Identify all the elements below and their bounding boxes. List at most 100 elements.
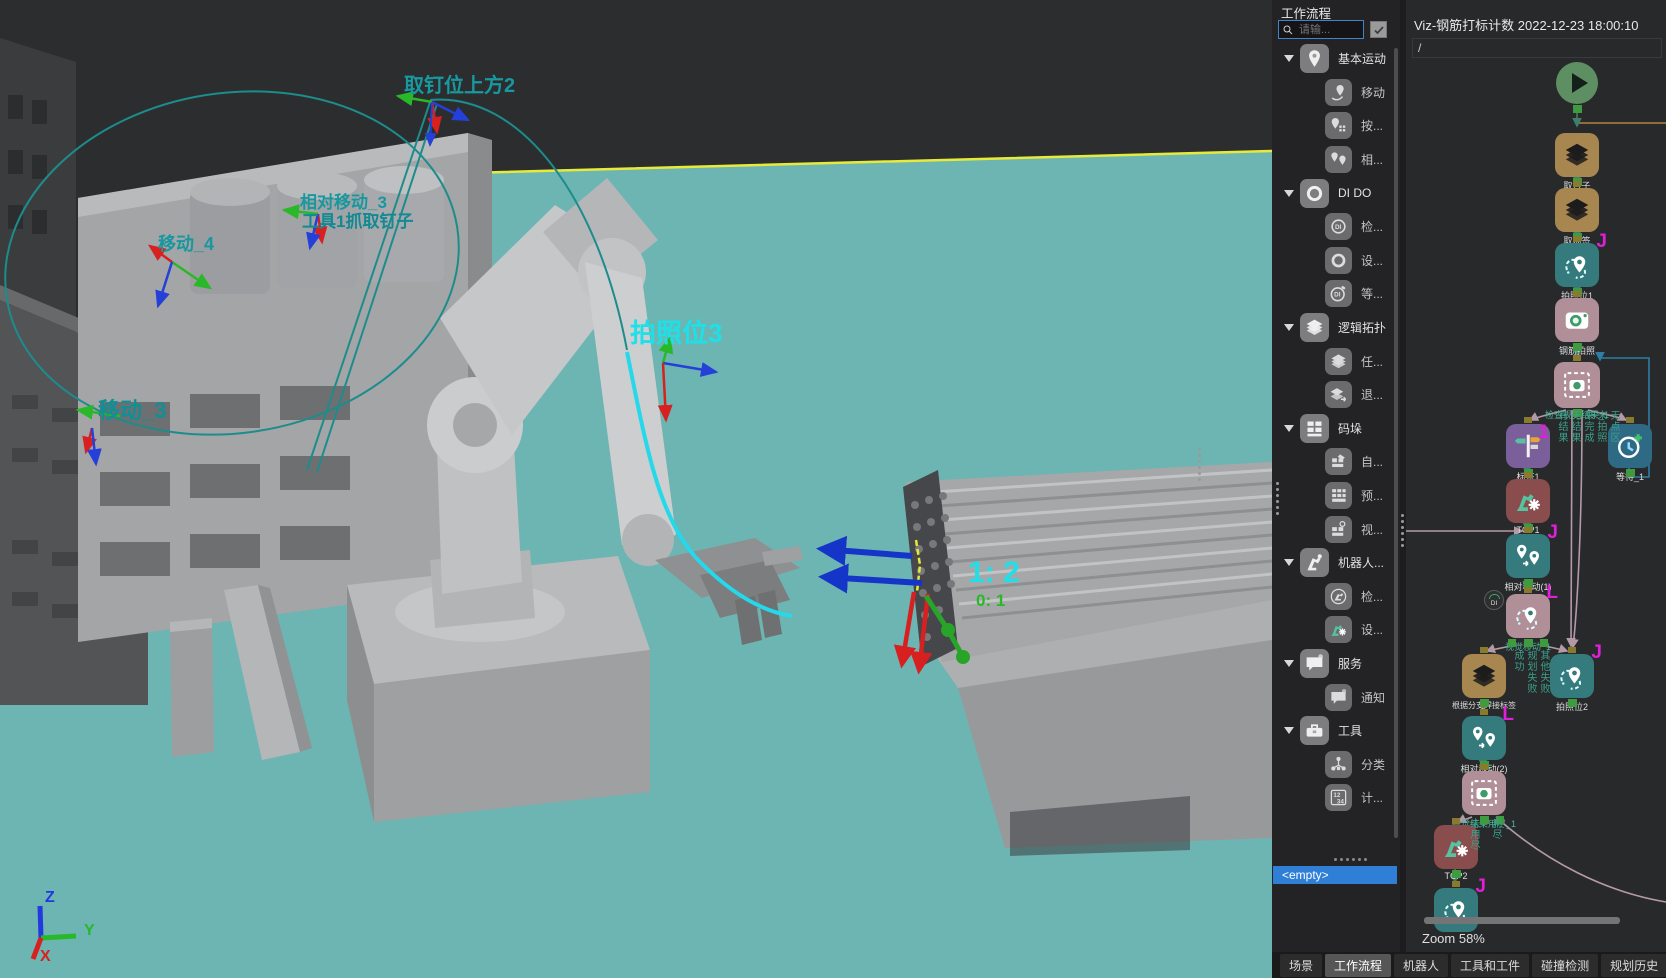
axis-y-label: Y <box>84 922 95 939</box>
palette-scrollbar[interactable] <box>1394 48 1398 838</box>
node-move-joint[interactable]: J <box>1434 888 1478 932</box>
palette-item-count[interactable]: 计... <box>1272 781 1392 815</box>
node-label: TCP2 <box>1444 871 1467 881</box>
node-search-box[interactable] <box>1278 20 1364 39</box>
tab-scene[interactable]: 场景 <box>1280 954 1322 977</box>
node-photo-pos-2[interactable]: J拍照位2 <box>1550 654 1594 698</box>
node-start-play[interactable] <box>1556 62 1598 104</box>
chevron-down-icon[interactable] <box>1284 660 1294 667</box>
branch-label: 有结果 <box>1556 410 1566 443</box>
palette-group-di-do[interactable]: DI DO <box>1272 176 1392 210</box>
layers-icon <box>1562 195 1592 225</box>
result-label: 其他失败 <box>1538 650 1548 694</box>
pin-grid-icon <box>1325 112 1352 139</box>
branch-label: 无结果 <box>1569 410 1579 443</box>
palette-group-robot[interactable]: 机器人... <box>1272 546 1392 580</box>
palette-item-press[interactable]: 按... <box>1272 109 1392 143</box>
selected-node-bar[interactable]: <empty> <box>1273 866 1397 884</box>
palette-item-label: 设... <box>1361 252 1383 269</box>
chevron-down-icon[interactable] <box>1284 425 1294 432</box>
used-label: 用尽 <box>1490 818 1500 840</box>
palette-item-move[interactable]: 移动 <box>1272 76 1392 110</box>
output-port[interactable] <box>1540 639 1548 647</box>
tab-planning-history[interactable]: 规划历史 <box>1601 954 1666 977</box>
node-rebar-photo[interactable]: 钢筋拍照 <box>1555 298 1599 342</box>
waypoint-label: 拍照位3 <box>630 318 722 348</box>
palette-item-label: 移动 <box>1361 84 1385 101</box>
node-tag-1[interactable]: 1标签1 <box>1506 424 1550 468</box>
palette-item-label: 任... <box>1361 353 1383 370</box>
3d-viewport[interactable]: 取钉位上方2 相对移动_3 工具1抓取钉子 移动_4 移动_3 拍照位3 1: … <box>0 0 1272 978</box>
robot-gear-icon <box>1441 832 1471 862</box>
palette-item-notify[interactable]: 通知 <box>1272 680 1392 714</box>
graph-splitter-grip[interactable] <box>1401 514 1404 547</box>
workflow-node-palette: 工作流程 基本运动 移动 按... 相... DI DO 检... 设... 等… <box>1272 0 1400 952</box>
node-branch-weld-label[interactable]: 根据分支焊接标签 <box>1462 654 1506 698</box>
palette-group-tools[interactable]: 工具 <box>1272 714 1392 748</box>
chevron-down-icon[interactable] <box>1284 559 1294 566</box>
node-relative-move-2[interactable]: L相对移动(2) <box>1462 716 1506 760</box>
chevron-down-icon[interactable] <box>1284 324 1294 331</box>
palette-item-custom-pallet[interactable]: 自... <box>1272 445 1392 479</box>
palette-item-check-robot[interactable]: 检... <box>1272 580 1392 614</box>
viewport-splitter-grip[interactable] <box>1198 448 1201 481</box>
tab-collision-detection[interactable]: 碰撞检测 <box>1532 954 1598 977</box>
node-check-vision-result[interactable]: 检查视觉结果_1 <box>1554 362 1600 408</box>
palette-item-set-do[interactable]: 设... <box>1272 244 1392 278</box>
branch-label: 无点区 <box>1608 410 1618 443</box>
chat-icon <box>1325 684 1352 711</box>
palette-item-preset-pallet[interactable]: 预... <box>1272 479 1392 513</box>
joint-move-badge: J <box>1591 642 1602 664</box>
node-relative-move-1[interactable]: J相对移动(1) <box>1506 534 1550 578</box>
palette-item-exit[interactable]: 退... <box>1272 378 1392 412</box>
di-timer-icon <box>1325 280 1352 307</box>
count-ratio-label: 1: 2 <box>968 556 1020 589</box>
palette-item-classify[interactable]: 分类 <box>1272 747 1392 781</box>
node-tcp1[interactable]: TCP1 <box>1506 479 1550 523</box>
result-label: 成功 <box>1512 650 1522 672</box>
chevron-down-icon[interactable] <box>1284 727 1294 734</box>
palette-left-grip[interactable] <box>1276 482 1279 515</box>
waypoint-label: 移动_4 <box>158 233 214 254</box>
pin-path-icon <box>1325 79 1352 106</box>
tab-robot[interactable]: 机器人 <box>1394 954 1448 977</box>
node-photo-pos-1[interactable]: J拍照位1 <box>1555 243 1599 287</box>
chevron-down-icon[interactable] <box>1284 190 1294 197</box>
palette-item-check-di[interactable]: 检... <box>1272 210 1392 244</box>
tab-tools-workpieces[interactable]: 工具和工件 <box>1451 954 1529 977</box>
pallet-cam-icon <box>1325 516 1352 543</box>
layers-icon <box>1469 661 1499 691</box>
node-take-pin[interactable]: 取钉子 <box>1555 133 1599 177</box>
palette-item-vision-pallet[interactable]: 视... <box>1272 512 1392 546</box>
pin-loop-icon <box>1562 250 1592 280</box>
palette-splitter-grip[interactable] <box>1334 858 1367 861</box>
graph-horizontal-scrollbar[interactable] <box>1424 917 1620 924</box>
node-vision-move-1[interactable]: L视觉移动_1 <box>1506 594 1550 638</box>
workflow-graph-canvas[interactable]: Viz-钢筋打标计数 2022-12-23 18:00:10 / <box>1406 0 1666 952</box>
palette-filter-checkbox[interactable] <box>1370 21 1387 38</box>
counter-icon <box>1325 784 1352 811</box>
node-take-label[interactable]: 取标签 <box>1555 188 1599 232</box>
palette-item-label: 退... <box>1361 386 1383 403</box>
palette-group-service[interactable]: 服务 <box>1272 647 1392 681</box>
tab-workflow[interactable]: 工作流程 <box>1325 954 1391 977</box>
palette-group-basic-motion[interactable]: 基本运动 <box>1272 42 1392 76</box>
linear-move-badge: L <box>1502 704 1514 726</box>
palette-group-logic-topology[interactable]: 逻辑拓扑 <box>1272 311 1392 345</box>
chevron-down-icon[interactable] <box>1284 55 1294 62</box>
app-window: 取钉位上方2 相对移动_3 工具1抓取钉子 移动_4 移动_3 拍照位3 1: … <box>0 0 1666 978</box>
clock-plus-icon <box>1615 431 1645 461</box>
robot-gear-icon <box>1325 616 1352 643</box>
palette-item-label: 按... <box>1361 117 1383 134</box>
checkbox-check-icon <box>1373 24 1385 36</box>
palette-group-label: 机器人... <box>1338 554 1384 571</box>
palette-group-palletizing[interactable]: 码垛 <box>1272 412 1392 446</box>
node-vision-result-exhausted[interactable]: 视觉结果用尽_1 <box>1462 771 1506 815</box>
panel-tab-bar: 场景 工作流程 机器人 工具和工件 碰撞检测 规划历史 其他 <box>1272 952 1666 978</box>
output-port[interactable] <box>1508 639 1516 647</box>
node-search-input[interactable] <box>1297 23 1360 37</box>
palette-item-set-robot[interactable]: 设... <box>1272 613 1392 647</box>
palette-item-task[interactable]: 任... <box>1272 344 1392 378</box>
palette-item-wait-di[interactable]: 等... <box>1272 277 1392 311</box>
palette-item-relative[interactable]: 相... <box>1272 143 1392 177</box>
